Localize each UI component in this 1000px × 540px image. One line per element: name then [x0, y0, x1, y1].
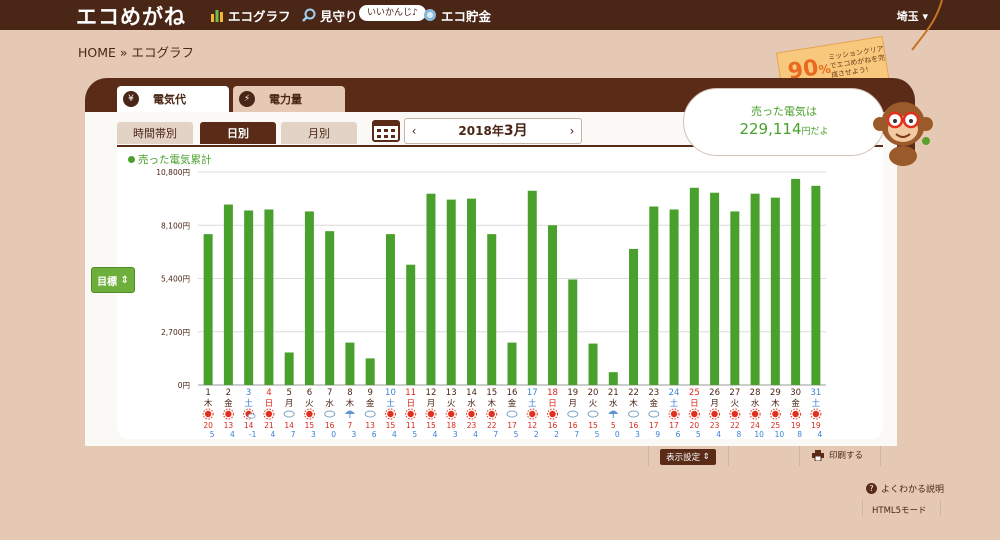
- divider: [862, 500, 863, 516]
- monkey-mascot-icon: [873, 102, 933, 166]
- nav-eco-graph[interactable]: エコグラフ: [210, 0, 291, 30]
- subtab-monthly[interactable]: 月別: [281, 122, 357, 144]
- sold-suffix: 円だよ: [801, 127, 829, 137]
- mission-message: ミッションクリアでエコめがねを完成させよう!: [827, 44, 886, 80]
- nav-label: 見守り: [320, 8, 358, 24]
- updown-icon: ⇕: [117, 274, 129, 286]
- nav-status-bubble: いいかんじ♪: [359, 5, 426, 21]
- legend-label: 売った電気累計: [138, 154, 212, 166]
- divider: [728, 446, 729, 466]
- breadcrumb-separator: »: [119, 45, 128, 60]
- tab-label: 電気代: [153, 93, 186, 106]
- subtab-hourly[interactable]: 時間帯別: [117, 122, 193, 144]
- breadcrumb: HOME » エコグラフ: [78, 42, 194, 61]
- breadcrumb-home[interactable]: HOME: [78, 45, 116, 60]
- current-month-label: 2018年3月: [458, 123, 528, 139]
- next-month-button[interactable]: ›: [563, 119, 581, 143]
- nav-label: エコ貯金: [441, 8, 492, 24]
- tab-electricity-amount[interactable]: ⚡ 電力量: [233, 86, 345, 112]
- divider: [799, 446, 800, 466]
- nav-label: エコグラフ: [228, 8, 291, 24]
- html5-mode-link[interactable]: HTML5モード: [872, 504, 927, 516]
- nav-eco-savings[interactable]: エコ貯金: [423, 0, 491, 30]
- sold-amount: 229,114: [739, 120, 802, 138]
- lightning-icon: ⚡: [239, 91, 255, 107]
- bar-graph-icon: [211, 10, 223, 22]
- piggy-coin-icon: [424, 9, 436, 21]
- month-selector: ‹ 2018年3月 ›: [404, 118, 582, 144]
- tab-electricity-cost[interactable]: ¥ 電気代: [117, 86, 229, 112]
- app-logo[interactable]: エコめがね: [76, 1, 186, 31]
- divider: [880, 446, 881, 466]
- printer-icon: [812, 449, 824, 461]
- print-button[interactable]: 印刷する: [812, 449, 863, 461]
- help-link[interactable]: ? よくわかる説明: [866, 482, 944, 495]
- divider: [648, 446, 649, 466]
- calendar-icon[interactable]: [371, 118, 401, 142]
- chart-legend: 売った電気累計: [128, 152, 212, 167]
- goal-selector[interactable]: 目標 ⇕: [91, 267, 135, 293]
- updown-icon: ⇕: [700, 452, 710, 462]
- sold-electricity-bubble: 売った電気は 229,114円だよ: [683, 88, 885, 156]
- tag-string: [911, 0, 943, 51]
- chart-card: [117, 147, 883, 439]
- yen-icon: ¥: [123, 91, 139, 107]
- legend-dot: [128, 156, 135, 163]
- sold-amount-line: 229,114円だよ: [684, 120, 884, 138]
- breadcrumb-current: エコグラフ: [131, 45, 195, 60]
- sold-label: 売った電気は: [751, 105, 817, 118]
- nav-watch[interactable]: 見守り: [302, 0, 358, 30]
- prev-month-button[interactable]: ‹: [405, 119, 423, 143]
- magnifier-icon: [302, 8, 316, 22]
- tab-label: 電力量: [269, 93, 302, 106]
- subtab-daily[interactable]: 日別: [200, 122, 276, 144]
- display-settings-button[interactable]: 表示設定 ⇕: [660, 449, 716, 465]
- divider: [940, 500, 941, 516]
- question-icon: ?: [866, 483, 877, 494]
